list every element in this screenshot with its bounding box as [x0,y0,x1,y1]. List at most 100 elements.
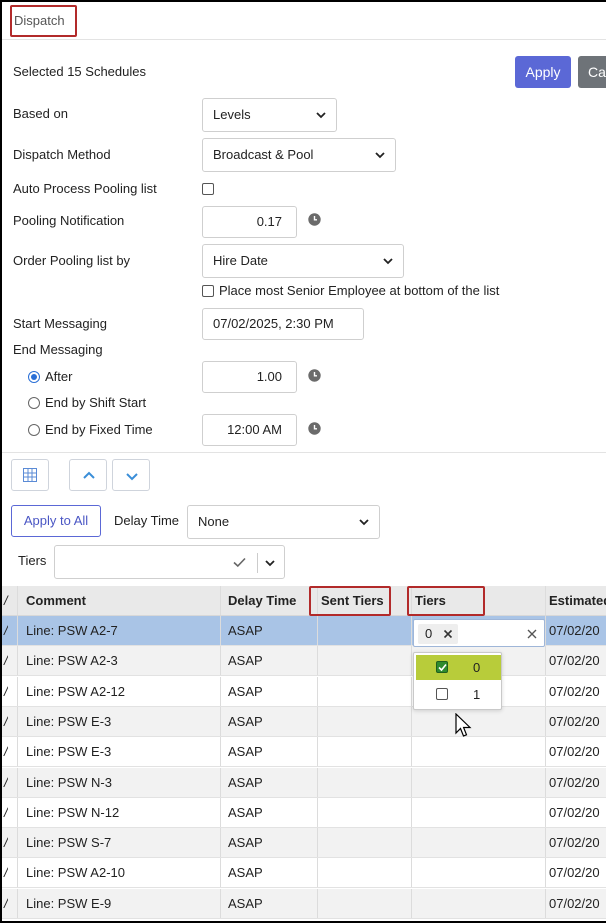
cell-delay-time[interactable]: ASAP [220,737,263,767]
order-pooling-select[interactable]: Hire Date [202,244,404,278]
dispatch-method-select[interactable]: Broadcast & Pool [202,138,396,172]
cell-estimated[interactable]: 07/02/20 [541,889,600,919]
table-row[interactable]: / Line: PSW E-3 ASAP 07/02/20 [2,737,606,768]
cell-sent-tiers[interactable] [317,828,325,858]
cell-sent-tiers[interactable] [317,707,325,737]
grid-icon [23,468,37,482]
cell-comment[interactable]: Line: PSW E-3 [18,737,111,767]
column-header-estimated[interactable]: Estimated [541,586,606,616]
cell-sent-tiers[interactable] [317,616,325,646]
cell-delay-time[interactable]: ASAP [220,677,263,707]
cell-comment[interactable]: Line: PSW S-7 [18,828,111,858]
cell-tiers[interactable] [411,858,419,888]
cell-sent-tiers[interactable] [317,677,325,707]
cell-tiers[interactable] [411,828,419,858]
cell-delay-time[interactable]: ASAP [220,707,263,737]
apply-to-all-button[interactable]: Apply to All [11,505,101,537]
tiers-option-1[interactable]: 1 [416,682,501,707]
cell-estimated[interactable]: 07/02/20 [541,707,600,737]
tiers-filter-select[interactable] [54,545,285,579]
tiers-annotation-box [407,586,485,616]
cell-delay-time[interactable]: ASAP [220,798,263,828]
cell-delay-time[interactable]: ASAP [220,889,263,919]
column-header-delay-time[interactable]: Delay Time [220,586,296,616]
clock-icon[interactable] [308,369,321,382]
cell-tiers[interactable] [411,768,419,798]
cell-comment[interactable]: Line: PSW A2-7 [18,616,118,646]
row-resize-stub: / [4,623,8,638]
cell-delay-time[interactable]: ASAP [220,646,263,676]
table-row[interactable]: / Line: PSW N-3 ASAP 07/02/20 [2,767,606,798]
cell-comment[interactable]: Line: PSW E-3 [18,707,111,737]
tiers-cell-editor[interactable]: 0 [413,619,545,647]
clock-icon[interactable] [308,422,321,435]
senior-bottom-checkbox[interactable] [202,285,214,297]
cell-estimated[interactable]: 07/02/20 [541,858,600,888]
pooling-notification-input[interactable]: 0.17 [202,206,297,238]
chevron-down-icon [316,112,326,119]
apply-button[interactable]: Apply [515,56,571,88]
checked-checkbox-icon [436,661,448,673]
move-up-button[interactable] [69,459,107,491]
selected-count-text: Selected 15 Schedules [13,64,146,79]
title-annotation-box [10,5,77,37]
tiers-option-1-label: 1 [473,687,481,702]
cell-sent-tiers[interactable] [317,646,325,676]
auto-process-checkbox[interactable] [202,183,214,195]
cell-comment[interactable]: Line: PSW E-9 [18,889,111,919]
cell-comment[interactable]: Line: PSW A2-12 [18,677,125,707]
cell-estimated[interactable]: 07/02/20 [541,646,600,676]
cell-sent-tiers[interactable] [317,798,325,828]
move-down-button[interactable] [112,459,150,491]
clock-icon[interactable] [308,213,321,226]
start-messaging-input[interactable]: 07/02/2025, 2:30 PM [202,308,364,340]
cell-estimated[interactable]: 07/02/20 [541,798,600,828]
grid-view-button[interactable] [11,459,49,491]
delay-time-value: None [198,514,230,529]
cell-tiers[interactable] [411,798,419,828]
radio-end-by-fixed-time[interactable] [28,424,40,436]
cell-estimated[interactable]: 07/02/20 [541,677,600,707]
table-row[interactable]: / Line: PSW A2-12 ASAP 07/02/20 [2,676,606,707]
cell-tiers[interactable] [411,889,419,919]
cancel-button[interactable]: Ca [578,56,606,88]
tiers-option-0[interactable]: 0 [416,655,501,680]
radio-end-by-shift-start[interactable] [28,397,40,409]
cell-estimated[interactable]: 07/02/20 [541,737,600,767]
cell-comment[interactable]: Line: PSW N-3 [18,768,112,798]
cell-delay-time[interactable]: ASAP [220,616,263,646]
table-row[interactable]: / Line: PSW E-3 ASAP 07/02/20 [2,706,606,737]
cell-sent-tiers[interactable] [317,889,325,919]
cell-delay-time[interactable]: ASAP [220,858,263,888]
cell-tiers[interactable] [411,737,419,767]
based-on-select[interactable]: Levels [202,98,337,132]
column-header-comment[interactable]: Comment [18,586,86,616]
cell-estimated[interactable]: 07/02/20 [541,768,600,798]
delay-time-select[interactable]: None [187,505,380,539]
table-row[interactable]: / Line: PSW A2-10 ASAP 07/02/20 [2,858,606,889]
cell-tiers[interactable] [411,707,419,737]
cell-estimated[interactable]: 07/02/20 [541,616,600,646]
table-row[interactable]: / Line: PSW S-7 ASAP 07/02/20 [2,828,606,859]
radio-after[interactable] [28,371,40,383]
cell-delay-time[interactable]: ASAP [220,828,263,858]
cell-estimated[interactable]: 07/02/20 [541,828,600,858]
cell-comment[interactable]: Line: PSW A2-10 [18,858,125,888]
radio-after-label: After [45,369,73,384]
clear-icon[interactable] [527,629,537,639]
form-divider [2,452,606,453]
remove-chip-icon[interactable] [443,629,453,639]
table-row[interactable]: / Line: PSW A2-3 ASAP 07/02/20 [2,646,606,677]
based-on-label: Based on [13,106,68,121]
cell-sent-tiers[interactable] [317,768,325,798]
fixed-time-input[interactable]: 12:00 AM [202,414,297,446]
cell-comment[interactable]: Line: PSW N-12 [18,798,119,828]
table-row[interactable]: / Line: PSW N-12 ASAP 07/02/20 [2,797,606,828]
cell-comment[interactable]: Line: PSW A2-3 [18,646,118,676]
cell-sent-tiers[interactable] [317,737,325,767]
after-hours-value: 1.00 [256,369,282,384]
table-row[interactable]: / Line: PSW E-9 ASAP 07/02/20 [2,888,606,919]
cell-sent-tiers[interactable] [317,858,325,888]
after-hours-input[interactable]: 1.00 [202,361,297,393]
cell-delay-time[interactable]: ASAP [220,768,263,798]
